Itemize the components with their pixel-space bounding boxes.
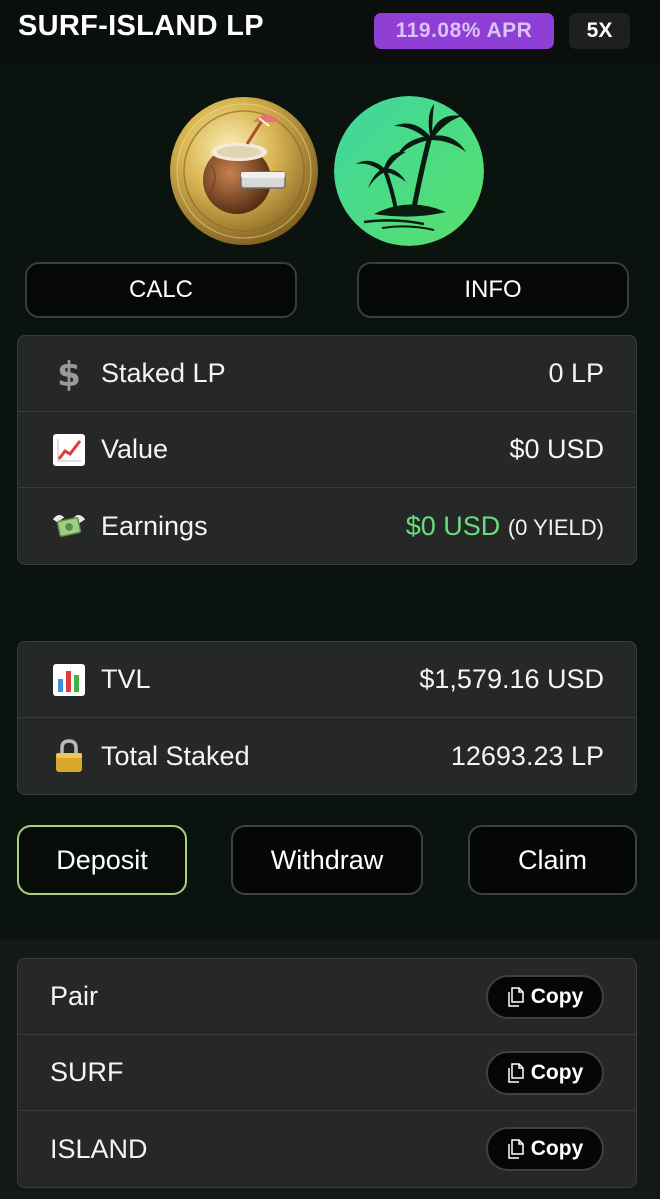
info-button[interactable]: INFO (357, 262, 629, 318)
earnings-yield: (0 YIELD) (507, 514, 604, 540)
address-row-pair: Pair Copy (18, 959, 636, 1035)
earnings-label: Earnings (101, 510, 208, 541)
apr-badge: 119.08% APR (374, 13, 554, 49)
tvl-row: TVL $1,579.16 USD (18, 642, 636, 718)
copy-label: Copy (530, 984, 584, 1008)
copy-pair-button[interactable]: Copy (486, 974, 604, 1019)
surf-token-logo (169, 96, 319, 246)
staked-lp-value: 0 LP (548, 358, 604, 388)
svg-text:$: $ (57, 356, 81, 392)
multiplier-badge: 5X (569, 13, 630, 49)
address-row-island: ISLAND Copy (18, 1111, 636, 1187)
copy-surf-button[interactable]: Copy (486, 1050, 604, 1095)
coconut-coin-icon (170, 97, 318, 245)
copy-label: Copy (530, 1060, 584, 1084)
value-row: Value $0 USD (18, 412, 636, 488)
pool-title: SURF-ISLAND LP (18, 10, 264, 42)
withdraw-button[interactable]: Withdraw (231, 825, 423, 895)
user-stats-card: $ Staked LP 0 LP Value $0 USD Earnings $… (17, 335, 637, 565)
copy-island-button[interactable]: Copy (486, 1127, 604, 1171)
copy-icon (508, 1062, 524, 1083)
palm-island-icon (334, 96, 484, 246)
copy-label: Copy (530, 1137, 584, 1160)
claim-button[interactable]: Claim (468, 825, 637, 895)
total-staked-value: 12693.23 LP (450, 740, 604, 771)
chart-increasing-icon (51, 432, 87, 468)
value-amount: $0 USD (509, 434, 604, 464)
copy-icon (508, 986, 524, 1007)
total-staked-label: Total Staked (101, 740, 250, 771)
deposit-button[interactable]: Deposit (17, 825, 187, 895)
addresses-card: Pair Copy SURF Copy ISLAND Copy (17, 958, 637, 1188)
address-label: ISLAND (50, 1133, 148, 1164)
pool-stats-card: TVL $1,579.16 USD Total Staked 12693.23 … (17, 641, 637, 795)
address-row-surf: SURF Copy (18, 1035, 636, 1111)
value-label: Value (101, 434, 169, 464)
earnings-row: Earnings $0 USD (0 YIELD) (18, 488, 636, 564)
page: SURF-ISLAND LP 119.08% APR 5X CALC INFO … (0, 0, 660, 1199)
earnings-usd: $0 USD (405, 510, 501, 541)
bar-chart-icon (51, 662, 87, 698)
address-label: Pair (50, 981, 99, 1011)
calc-button[interactable]: CALC (25, 262, 297, 318)
staked-lp-row: $ Staked LP 0 LP (18, 336, 636, 412)
dollar-sign-icon: $ (51, 356, 87, 392)
tvl-value: $1,579.16 USD (419, 664, 604, 694)
address-label: SURF (50, 1057, 124, 1087)
total-staked-row: Total Staked 12693.23 LP (18, 718, 636, 794)
staked-lp-label: Staked LP (101, 358, 226, 388)
money-with-wings-icon (51, 508, 87, 544)
earnings-value: $0 USD (0 YIELD) (406, 511, 604, 542)
island-token-logo (334, 96, 484, 246)
header-bar: SURF-ISLAND LP 119.08% APR 5X (0, 0, 660, 64)
lock-icon (51, 738, 87, 774)
copy-icon (508, 1139, 524, 1159)
tvl-label: TVL (101, 664, 151, 694)
